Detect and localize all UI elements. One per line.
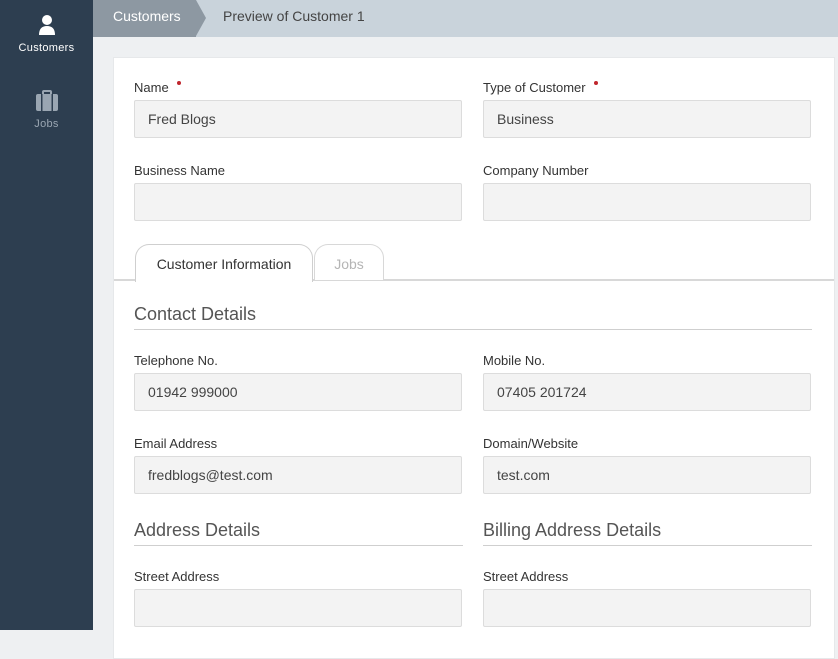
- name-field-group: Name: [134, 78, 462, 138]
- tab-jobs[interactable]: Jobs: [314, 244, 384, 280]
- telephone-field-group: Telephone No.: [134, 351, 462, 411]
- company-number-label: Company Number: [483, 163, 589, 178]
- email-field-group: Email Address: [134, 434, 462, 494]
- breadcrumb-customers-link[interactable]: Customers: [93, 0, 196, 37]
- company-number-field-group: Company Number: [483, 161, 811, 221]
- telephone-input[interactable]: [134, 373, 462, 411]
- billing-street-address-field-group: Street Address: [483, 567, 811, 627]
- telephone-label: Telephone No.: [134, 353, 218, 368]
- street-address-input[interactable]: [134, 589, 462, 627]
- street-address-field-group: Street Address: [134, 567, 462, 627]
- name-label: Name: [134, 78, 462, 98]
- email-input[interactable]: [134, 456, 462, 494]
- customer-type-input[interactable]: [483, 100, 811, 138]
- customer-type-label: Type of Customer: [483, 78, 811, 98]
- billing-street-address-label: Street Address: [483, 569, 569, 584]
- street-address-label: Street Address: [134, 569, 220, 584]
- billing-address-heading: Billing Address Details: [483, 515, 812, 546]
- website-label: Domain/Website: [483, 436, 579, 451]
- customer-form-card: Name Type of Customer Business Name Comp…: [113, 57, 835, 659]
- required-indicator: [593, 81, 598, 85]
- sidebar: Customers Jobs: [0, 0, 93, 630]
- customer-type-field-group: Type of Customer: [483, 78, 811, 138]
- mobile-field-group: Mobile No.: [483, 351, 811, 411]
- business-name-field-group: Business Name: [134, 161, 462, 221]
- breadcrumb: Customers Preview of Customer 1: [93, 0, 838, 37]
- billing-street-address-input[interactable]: [483, 589, 811, 627]
- breadcrumb-current: Preview of Customer 1: [223, 8, 365, 24]
- mobile-label: Mobile No.: [483, 353, 546, 368]
- address-details-heading: Address Details: [134, 515, 463, 546]
- business-name-label: Business Name: [134, 163, 226, 178]
- breadcrumb-separator: [196, 0, 206, 36]
- website-field-group: Domain/Website: [483, 434, 811, 494]
- tab-customer-information[interactable]: Customer Information: [135, 244, 313, 282]
- sidebar-item-jobs[interactable]: Jobs: [0, 90, 93, 130]
- sidebar-item-customers[interactable]: Customers: [0, 14, 93, 54]
- contact-details-heading: Contact Details: [134, 299, 812, 330]
- sidebar-item-label: Customers: [18, 42, 75, 54]
- name-input[interactable]: [134, 100, 462, 138]
- website-input[interactable]: [483, 456, 811, 494]
- user-icon: [38, 15, 55, 35]
- sidebar-item-label: Jobs: [34, 118, 59, 130]
- business-name-input[interactable]: [134, 183, 462, 221]
- company-number-input[interactable]: [483, 183, 811, 221]
- mobile-input[interactable]: [483, 373, 811, 411]
- required-indicator: [176, 81, 181, 85]
- email-label: Email Address: [134, 436, 218, 451]
- briefcase-icon: [35, 90, 58, 111]
